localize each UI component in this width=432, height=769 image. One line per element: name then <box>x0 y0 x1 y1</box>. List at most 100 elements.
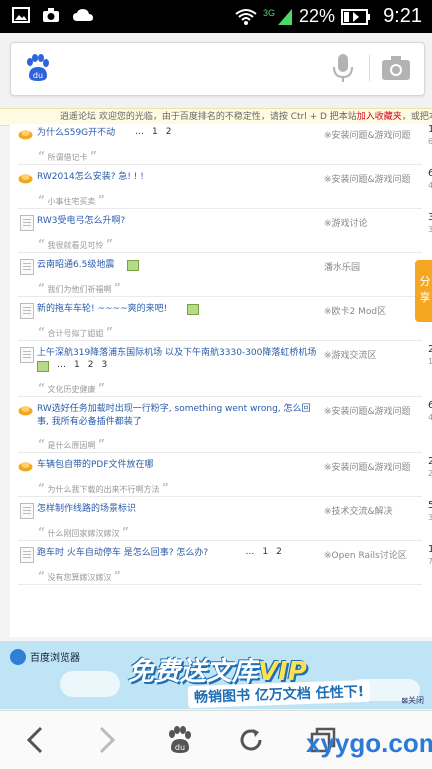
close-quote-icon: ” <box>114 281 121 295</box>
excerpt-text: 文化历史健康 <box>47 385 96 394</box>
thread-title[interactable]: RW2014怎么安装? 急! ! ! <box>37 171 144 183</box>
thread-row[interactable]: RW选好任务加载时出现一行粉字, something went wrong, 怎… <box>18 400 432 434</box>
bookmark-link[interactable]: 加入收藏夹 <box>357 109 402 125</box>
view-count: 638 <box>428 137 432 146</box>
open-quote-icon: “ <box>38 381 45 395</box>
thread-icon <box>20 259 34 275</box>
page-link[interactable]: 1 <box>262 547 268 557</box>
thread-title[interactable]: RW选好任务加载时出现一行粉字, something went wrong, 怎… <box>37 403 311 415</box>
thread-row[interactable]: 为什么S59G开不动 … 12 ※安装问题&游戏问题 15 638 <box>18 124 432 146</box>
view-count: 146 <box>428 357 432 366</box>
cloud-icon <box>73 9 93 21</box>
excerpt-text: 小事住宅买卖 <box>47 197 96 206</box>
svg-text:du: du <box>175 743 185 752</box>
ad-banner[interactable]: 百度浏览器 免费送文库VIP 畅销图书 亿万文档 任性下! ⊠关闭 <box>0 641 432 709</box>
baidu-paw-icon[interactable]: du <box>23 54 51 82</box>
page-links[interactable]: … 1 2 <box>135 127 179 137</box>
thread-forum[interactable]: ※安装问题&游戏问题 <box>324 460 411 473</box>
page-link[interactable]: … <box>245 547 254 557</box>
open-quote-icon: “ <box>38 325 45 339</box>
camera-search-icon[interactable] <box>381 55 411 81</box>
image-icon <box>12 7 30 23</box>
watermark: xyygo.com <box>306 728 432 758</box>
back-button[interactable] <box>18 723 52 757</box>
battery-percent: 22% <box>299 6 336 26</box>
close-icon: ⊠ <box>401 696 408 705</box>
row-divider <box>18 340 422 341</box>
notice-text: 逍遥论坛 欢迎您的光临，由于百度排名的不稳定性，请按 Ctrl + D 把本站 <box>60 112 357 122</box>
thread-title[interactable]: 怎样制作线路的场景标识 <box>37 503 136 515</box>
share-button[interactable]: 分享 <box>415 260 432 322</box>
page-link[interactable]: … <box>57 360 66 370</box>
thread-forum[interactable]: ※欧卡2 Mod区 <box>324 304 386 317</box>
thread-excerpt: “ 没有您算嫁汉嫁汉 ” <box>18 566 432 583</box>
thread-title[interactable]: 跑车时 火车自动停车 是怎么回事? 怎么办? <box>37 547 208 559</box>
thread-row[interactable]: 云南昭通6.5级地震 潘水乐园 <box>18 256 432 278</box>
close-quote-icon: ” <box>98 193 105 207</box>
close-quote-icon: ” <box>98 437 105 451</box>
page-links[interactable]: … 1 2 <box>245 547 289 557</box>
open-quote-icon: “ <box>38 569 45 583</box>
thread-title[interactable]: 为什么S59G开不动 <box>37 127 115 139</box>
thread-excerpt: “ 什么刚回家嫁汉嫁汉 ” <box>18 522 432 539</box>
thread-title[interactable]: 上午深航319降落浦东国际机场 以及下午南航3330-300降落虹桥机场 <box>37 347 316 359</box>
thread-row[interactable]: RW2014怎么安装? 急! ! ! ※安装问题&游戏问题 6 438 <box>18 168 432 190</box>
thread-forum[interactable]: 潘水乐园 <box>324 260 360 273</box>
baidu-paw-icon: du <box>169 726 191 753</box>
page-link[interactable]: 2 <box>88 360 94 370</box>
excerpt-text: 我很就看见可怜 <box>47 241 104 250</box>
thread-excerpt: “ 我们为他们祈福啊 ” <box>18 278 432 295</box>
view-count: 438 <box>428 181 432 190</box>
thread-row[interactable]: 跑车时 火车自动停车 是怎么回事? 怎么办? … 1 2 ※Open Rails讨论区 1… <box>18 544 432 566</box>
row-divider <box>18 496 422 497</box>
mic-icon[interactable] <box>331 53 355 83</box>
refresh-button[interactable] <box>234 723 268 757</box>
forward-arrow-icon <box>99 726 116 754</box>
thread-forum[interactable]: ※安装问题&游戏问题 <box>324 172 411 185</box>
page-link[interactable]: … <box>135 127 144 137</box>
home-button[interactable]: du <box>162 723 196 757</box>
thread-title-line2[interactable]: 事, 我所有必备插件都装了 <box>37 416 142 428</box>
thread-title[interactable]: 云南昭通6.5级地震 <box>37 259 114 271</box>
view-count: 451 <box>428 413 432 422</box>
thread-forum[interactable]: ※游戏交流区 <box>324 348 377 361</box>
reply-count: 3 <box>428 212 432 223</box>
thread-excerpt: “ 合计号拟了姐姐 ” <box>18 322 432 339</box>
search-input[interactable]: du <box>10 42 425 96</box>
page-link[interactable]: 1 <box>74 360 80 370</box>
battery-icon <box>341 8 371 25</box>
page-link[interactable]: 1 <box>152 127 158 137</box>
clock: 9:21 <box>383 5 422 27</box>
close-quote-icon: ” <box>98 381 105 395</box>
reply-count: 11 <box>428 544 432 555</box>
image-attachment-icon <box>187 304 200 315</box>
thread-forum[interactable]: ※游戏讨论 <box>324 216 368 229</box>
excerpt-text: 为什么我下载的出来不行啊方法 <box>47 485 160 494</box>
close-quote-icon: ” <box>106 237 113 251</box>
excerpt-text: 所谓借记卡 <box>47 153 88 162</box>
open-quote-icon: “ <box>38 437 45 451</box>
thread-forum[interactable]: ※安装问题&游戏问题 <box>324 404 411 417</box>
page-link[interactable]: 2 <box>166 127 172 137</box>
thread-row[interactable]: 上午深航319降落浦东国际机场 以及下午南航3330-300降落虹桥机场… 1 2 3… <box>18 344 432 378</box>
open-quote-icon: “ <box>38 193 45 207</box>
thread-forum[interactable]: ※Open Rails讨论区 <box>324 548 407 561</box>
thread-title[interactable]: 新的拖车车轮! ~~~~爽的来吧! <box>37 303 167 315</box>
thread-forum[interactable]: ※安装问题&游戏问题 <box>324 128 411 141</box>
page-link[interactable]: 3 <box>101 360 107 370</box>
hot-thread-icon <box>18 130 33 140</box>
thread-row[interactable]: 车辆包自带的PDF文件放在哪 ※安装问题&游戏问题 2 258 <box>18 456 432 478</box>
thread-row[interactable]: 怎样制作线路的场景标识 ※技术交流&解决 5 302 <box>18 500 432 522</box>
view-count: 258 <box>428 469 432 478</box>
thread-title[interactable]: 车辆包自带的PDF文件放在哪 <box>37 459 154 471</box>
thread-title[interactable]: RW3受电弓怎么升啊? <box>37 215 125 227</box>
page-links[interactable]: … 1 2 3 <box>57 360 115 370</box>
thread-forum[interactable]: ※技术交流&解决 <box>324 504 393 517</box>
forward-button[interactable] <box>90 723 124 757</box>
thread-row[interactable]: RW3受电弓怎么升啊? ※游戏讨论 3 374 <box>18 212 432 234</box>
page-link[interactable]: 2 <box>276 547 282 557</box>
thread-excerpt: “ 文化历史健康 ” <box>18 378 432 395</box>
thread-excerpt: “ 为什么我下载的出来不行啊方法 ” <box>18 478 432 495</box>
ad-close-button[interactable]: ⊠关闭 <box>401 695 424 706</box>
thread-row[interactable]: 新的拖车车轮! ~~~~爽的来吧!※欧卡2 Mod区741 <box>18 300 432 322</box>
